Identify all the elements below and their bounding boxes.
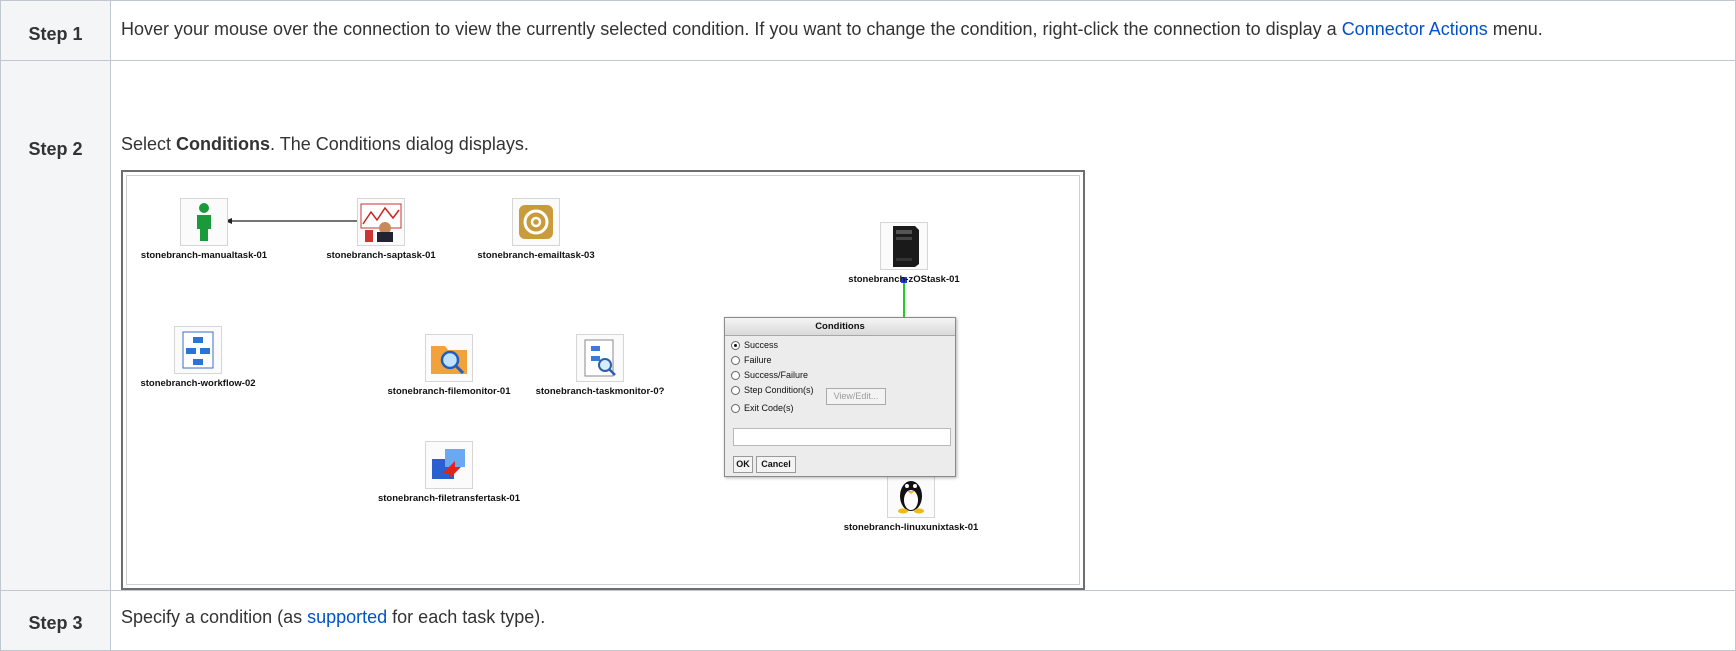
radio-button[interactable] — [731, 355, 740, 365]
task-node-zos[interactable]: stonebranch-zOStask-01 — [844, 222, 964, 285]
option-label: Step Condition(s) — [744, 385, 814, 395]
option-success-failure[interactable]: Success/Failure — [731, 370, 808, 380]
radio-button[interactable] — [731, 385, 740, 395]
step-bold-text: Conditions — [176, 134, 271, 154]
step-text: Hover your mouse over the connection to … — [121, 19, 1342, 39]
step-row-2: Step 2 Select Conditions. The Conditions… — [0, 60, 1736, 591]
option-success[interactable]: Success — [731, 340, 778, 350]
connector-actions-link[interactable]: Connector Actions — [1342, 19, 1488, 39]
option-label: Success — [744, 340, 779, 350]
task-node-taskmonitor[interactable]: stonebranch-taskmonitor-0? — [535, 334, 665, 397]
task-node-sap[interactable]: stonebranch-saptask-01 — [323, 198, 439, 261]
task-node-email[interactable]: stonebranch-emailtask-03 — [476, 198, 596, 261]
file-transfer-icon — [425, 441, 473, 489]
node-label: stonebranch-manualtask-01 — [140, 250, 268, 261]
steps-table: Step 1 Hover your mouse over the connect… — [0, 0, 1736, 651]
step-row-1: Step 1 Hover your mouse over the connect… — [0, 0, 1736, 61]
step-body: Select Conditions. The Conditions dialog… — [110, 60, 1736, 591]
option-label: Exit Code(s) — [744, 403, 794, 413]
task-node-filetransfer[interactable]: stonebranch-filetransfertask-01 — [371, 441, 527, 504]
person-icon — [180, 198, 228, 246]
node-label: stonebranch-linuxunixtask-01 — [843, 522, 979, 533]
view-edit-button[interactable]: View/Edit... — [826, 388, 886, 405]
task-node-linux[interactable]: stonebranch-linuxunixtask-01 — [843, 470, 979, 533]
option-exit-codes[interactable]: Exit Code(s) — [731, 403, 794, 413]
email-icon — [512, 198, 560, 246]
step-text: menu. — [1487, 19, 1543, 39]
step-label: Step 1 — [0, 0, 111, 61]
option-step-conditions[interactable]: Step Condition(s) — [731, 385, 814, 395]
server-icon — [880, 222, 928, 270]
option-failure[interactable]: Failure — [731, 355, 772, 365]
node-label: stonebranch-workflow-02 — [140, 378, 256, 389]
step-text: Select — [121, 134, 177, 154]
step-body: Hover your mouse over the connection to … — [110, 0, 1736, 61]
radio-button[interactable] — [731, 370, 740, 380]
cancel-button[interactable]: Cancel — [756, 456, 796, 473]
step-text: for each task type). — [387, 607, 546, 627]
radio-button[interactable] — [731, 403, 740, 413]
exit-codes-input[interactable] — [733, 428, 951, 446]
step-text: Specify a condition (as — [121, 607, 308, 627]
option-label: Success/Failure — [744, 370, 809, 380]
ok-button[interactable]: OK — [733, 456, 753, 473]
sap-chart-icon — [357, 198, 405, 246]
radio-button-checked[interactable] — [731, 340, 740, 350]
node-label: stonebranch-filemonitor-01 — [387, 386, 511, 397]
linux-penguin-icon — [887, 470, 935, 518]
workflow-canvas: stonebranch-manualtask-01 stonebranch-sa… — [126, 175, 1080, 585]
task-node-manual[interactable]: stonebranch-manualtask-01 — [141, 198, 267, 261]
node-label: stonebranch-filetransfertask-01 — [377, 493, 521, 504]
step-text: . The Conditions dialog displays. — [270, 134, 529, 154]
folder-search-icon — [425, 334, 473, 382]
step-label: Step 2 — [0, 60, 111, 591]
task-node-workflow[interactable]: stonebranch-workflow-02 — [135, 326, 261, 389]
node-label: stonebranch-emailtask-03 — [477, 250, 595, 261]
task-monitor-icon — [576, 334, 624, 382]
conditions-dialog: Conditions Success Failure Success/Failu… — [724, 317, 956, 477]
workflow-screenshot: stonebranch-manualtask-01 stonebranch-sa… — [121, 170, 1085, 590]
task-node-filemonitor[interactable]: stonebranch-filemonitor-01 — [382, 334, 516, 397]
node-label: stonebranch-zOStask-01 — [848, 274, 960, 285]
option-label: Failure — [744, 355, 772, 365]
node-label: stonebranch-saptask-01 — [326, 250, 436, 261]
node-label: stonebranch-taskmonitor-0? — [535, 386, 665, 397]
supported-link[interactable]: supported — [307, 607, 387, 627]
workflow-icon — [174, 326, 222, 374]
dialog-title: Conditions — [725, 318, 955, 336]
